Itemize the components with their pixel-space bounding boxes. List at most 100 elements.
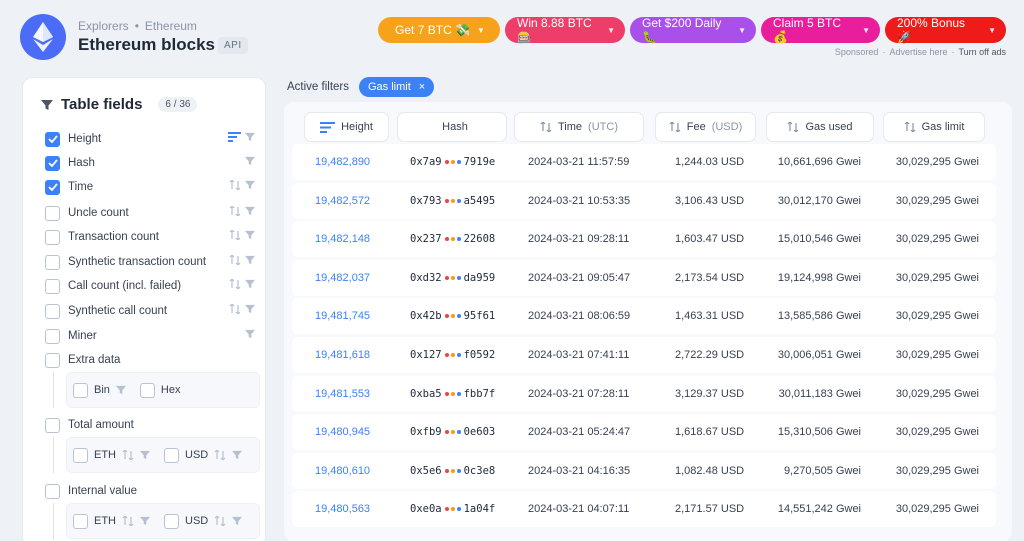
field-checkbox[interactable] bbox=[164, 447, 179, 463]
sort-icon[interactable] bbox=[904, 122, 916, 132]
api-badge[interactable]: API bbox=[218, 37, 248, 54]
ad-button-bonus[interactable]: 200% Bonus 🚀 ▼ bbox=[885, 16, 1006, 44]
field-row[interactable]: Miner bbox=[45, 327, 255, 345]
sort-icon[interactable] bbox=[229, 304, 241, 314]
filter-chip-gas-limit[interactable]: Gas limit × bbox=[359, 77, 435, 97]
field-row[interactable]: Time bbox=[45, 178, 255, 196]
field-checkbox[interactable] bbox=[45, 179, 60, 195]
field-checkbox[interactable] bbox=[139, 382, 155, 398]
sort-icon[interactable] bbox=[122, 450, 134, 460]
table-row[interactable]: 19,481,745 0x42b 95f61 2024-03-21 08:06:59 1… bbox=[292, 298, 996, 335]
sub-option-eth[interactable]: ETH bbox=[73, 513, 150, 529]
field-checkbox[interactable] bbox=[45, 278, 60, 294]
sort-icon[interactable] bbox=[787, 122, 799, 132]
field-checkbox[interactable] bbox=[73, 513, 88, 529]
filter-icon[interactable] bbox=[245, 329, 255, 339]
filter-icon[interactable] bbox=[245, 206, 255, 216]
table-row[interactable]: 19,481,618 0x127 f0592 2024-03-21 07:41:11 2… bbox=[292, 337, 996, 373]
sort-icon[interactable] bbox=[214, 516, 226, 526]
block-height-link[interactable]: 19,482,148 bbox=[315, 221, 370, 257]
field-checkbox[interactable] bbox=[73, 382, 88, 398]
filter-icon[interactable] bbox=[115, 385, 126, 395]
field-row[interactable]: Uncle count bbox=[45, 204, 255, 222]
block-height-link[interactable]: 19,481,618 bbox=[315, 337, 370, 373]
filter-icon[interactable] bbox=[245, 230, 255, 240]
filter-icon[interactable] bbox=[245, 180, 255, 190]
column-header-hash[interactable]: Hash bbox=[397, 112, 507, 142]
ethereum-logo[interactable] bbox=[20, 14, 66, 60]
block-hash-link[interactable]: 0xd32 da959 bbox=[410, 260, 495, 296]
table-row[interactable]: 19,482,148 0x237 22608 2024-03-21 09:28:11 1… bbox=[292, 221, 996, 258]
sort-icon[interactable] bbox=[229, 230, 241, 240]
block-hash-link[interactable]: 0x42b 95f61 bbox=[410, 298, 495, 334]
sort-icon[interactable] bbox=[540, 122, 552, 132]
filter-icon[interactable] bbox=[140, 450, 150, 460]
sort-icon[interactable] bbox=[229, 206, 241, 216]
sort-desc-icon[interactable] bbox=[228, 132, 241, 142]
block-hash-link[interactable]: 0x5e6 0c3e8 bbox=[410, 453, 495, 489]
column-header-gas-used[interactable]: Gas used bbox=[766, 112, 874, 142]
ad-button-win-btc[interactable]: Win 8.88 BTC 🎰 ▼ bbox=[505, 16, 625, 44]
field-checkbox[interactable] bbox=[45, 328, 60, 344]
field-checkbox[interactable] bbox=[45, 205, 60, 221]
field-row[interactable]: Call count (incl. failed) bbox=[45, 277, 255, 295]
block-height-link[interactable]: 19,482,890 bbox=[315, 144, 370, 180]
field-row[interactable]: Synthetic transaction count bbox=[45, 253, 255, 271]
column-header-time[interactable]: Time (UTC) bbox=[514, 112, 644, 142]
sort-icon[interactable] bbox=[229, 180, 241, 190]
block-height-link[interactable]: 19,480,945 bbox=[315, 414, 370, 450]
filter-icon[interactable] bbox=[245, 132, 255, 142]
block-hash-link[interactable]: 0x237 22608 bbox=[410, 221, 495, 257]
field-row-internal-value[interactable]: Internal value bbox=[45, 482, 255, 500]
sub-option-usd[interactable]: USD bbox=[164, 447, 243, 463]
sort-icon[interactable] bbox=[229, 255, 241, 265]
table-row[interactable]: 19,480,610 0x5e6 0c3e8 2024-03-21 04:16:35 1… bbox=[292, 452, 996, 489]
block-height-link[interactable]: 19,482,037 bbox=[315, 260, 370, 296]
table-row[interactable]: 19,482,572 0x793 a5495 2024-03-21 10:53:35 3… bbox=[292, 182, 996, 219]
column-header-height[interactable]: Height bbox=[304, 112, 389, 142]
sub-option-usd[interactable]: USD bbox=[164, 513, 243, 529]
field-checkbox[interactable] bbox=[45, 417, 60, 433]
column-header-fee[interactable]: Fee (USD) bbox=[655, 112, 756, 142]
filter-icon[interactable] bbox=[245, 304, 255, 314]
field-row-total-amount[interactable]: Total amount bbox=[45, 416, 255, 434]
block-height-link[interactable]: 19,481,745 bbox=[315, 298, 370, 334]
field-row[interactable]: Transaction count bbox=[45, 228, 255, 246]
field-checkbox[interactable] bbox=[45, 352, 60, 368]
block-height-link[interactable]: 19,481,553 bbox=[315, 376, 370, 412]
column-header-gas-limit[interactable]: Gas limit bbox=[883, 112, 985, 142]
table-row[interactable]: 19,480,563 0xe0a 1a04f 2024-03-21 04:07:11 2… bbox=[292, 491, 996, 528]
field-row[interactable]: Extra data bbox=[45, 351, 255, 369]
ad-button-get-200-daily[interactable]: Get $200 Daily 🐛 ▼ bbox=[630, 16, 756, 44]
close-icon[interactable]: × bbox=[419, 81, 425, 93]
filter-icon[interactable] bbox=[245, 279, 255, 289]
filter-icon[interactable] bbox=[140, 516, 150, 526]
filter-icon[interactable] bbox=[232, 516, 243, 526]
breadcrumb-ethereum[interactable]: Ethereum bbox=[145, 19, 197, 33]
field-checkbox[interactable] bbox=[45, 303, 60, 319]
table-row[interactable]: 19,481,553 0xba5 fbb7f 2024-03-21 07:28:11 3… bbox=[292, 375, 996, 412]
field-checkbox[interactable] bbox=[45, 131, 60, 147]
filter-icon[interactable] bbox=[245, 156, 255, 166]
turn-off-ads-link[interactable]: Turn off ads bbox=[958, 47, 1006, 57]
field-checkbox[interactable] bbox=[45, 229, 60, 245]
block-hash-link[interactable]: 0x793 a5495 bbox=[410, 183, 495, 219]
filter-icon[interactable] bbox=[245, 255, 255, 265]
sort-icon[interactable] bbox=[214, 450, 226, 460]
field-row[interactable]: Synthetic call count bbox=[45, 302, 255, 320]
table-row[interactable]: 19,482,037 0xd32 da959 2024-03-21 09:05:47 2… bbox=[292, 259, 996, 296]
block-hash-link[interactable]: 0x127 f0592 bbox=[410, 337, 495, 373]
advertise-link[interactable]: Advertise here bbox=[889, 47, 947, 57]
block-hash-link[interactable]: 0xe0a 1a04f bbox=[410, 491, 495, 527]
block-height-link[interactable]: 19,480,610 bbox=[315, 453, 370, 489]
field-checkbox[interactable] bbox=[164, 513, 179, 529]
block-hash-link[interactable]: 0xfb9 0e603 bbox=[410, 414, 495, 450]
block-hash-link[interactable]: 0xba5 fbb7f bbox=[410, 376, 495, 412]
table-row[interactable]: 19,480,945 0xfb9 0e603 2024-03-21 05:24:47 1… bbox=[292, 414, 996, 451]
sort-icon[interactable] bbox=[122, 516, 134, 526]
sort-icon[interactable] bbox=[229, 279, 241, 289]
sort-icon[interactable] bbox=[669, 122, 681, 132]
field-checkbox[interactable] bbox=[73, 447, 88, 463]
field-checkbox[interactable] bbox=[45, 254, 60, 270]
table-row[interactable]: 19,482,890 0x7a9 7919e 2024-03-21 11:57:59 1… bbox=[292, 144, 996, 180]
